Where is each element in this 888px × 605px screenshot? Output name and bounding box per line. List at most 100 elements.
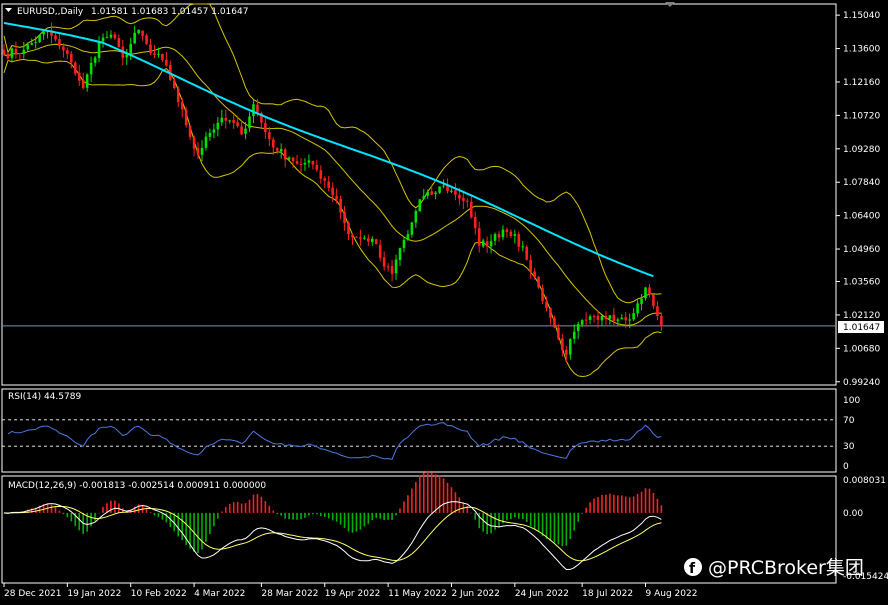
macd-bar-49 [197,512,199,554]
candle-48 [192,135,196,157]
candle-155 [616,317,620,326]
candle-body-17 [70,53,73,63]
rsi-panel[interactable] [2,419,836,460]
candle-body-35 [141,30,144,36]
candle-body-149 [592,315,596,317]
macd-bar-53 [213,512,215,527]
macd-bar-37 [149,512,152,513]
macd-bar-161 [640,491,643,513]
macd-bar-150 [597,496,599,513]
candle-20 [81,72,85,90]
candle-33 [133,25,136,44]
candle-body-78 [311,160,315,165]
macd-bar-155 [617,495,619,513]
candle-body-73 [291,157,295,162]
candle-68 [271,137,275,155]
candle-body-38 [153,53,156,55]
candle-body-135 [537,277,540,288]
macd-bar-45 [181,512,183,541]
macd-bar-22 [90,512,92,527]
macd-bar-50 [201,512,203,550]
macd-bar-109 [434,474,437,513]
candle-body-151 [600,315,604,321]
candle-75 [299,158,303,173]
candle-117 [466,198,469,208]
candle-body-150 [596,315,600,321]
candle-147 [584,312,588,326]
candle-87 [347,221,350,241]
candle-12 [50,22,53,44]
chart-canvas: 1.15040 1.13600 1.12160 1.10720 1.09280 1.078… [1,2,888,599]
macd-bar-14 [58,510,61,513]
candle-127 [505,227,509,238]
macd-bar-87 [347,512,350,532]
macd-bar-12 [50,504,53,513]
menu-triangle-icon[interactable] [5,8,12,12]
macd-bar-166 [660,505,663,513]
candle-56 [224,110,228,129]
date-label-2: 10 Feb 2022 [131,589,187,599]
candle-44 [176,86,180,108]
candle-body-3 [14,49,18,54]
candle-body-124 [493,234,497,241]
macd-bar-27 [110,500,112,513]
candle-37 [149,38,152,56]
svg-text:f: f [689,561,696,577]
candle-138 [549,307,552,325]
candle-body-137 [545,301,548,309]
candle-161 [640,294,643,311]
macd-bar-54 [217,512,219,519]
candle-body-47 [188,125,192,137]
candle-body-156 [620,317,624,320]
candle-body-109 [434,192,437,195]
candle-body-24 [97,41,101,59]
candle-body-32 [129,43,133,56]
date-label-7: 2 Jun 2022 [451,589,499,599]
macd-bar-121 [482,512,484,532]
candle-22 [89,56,93,82]
candle-86 [343,205,346,231]
price-panel[interactable] [2,3,836,378]
candle-body-7 [30,43,34,45]
candle-70 [279,143,283,159]
candle-body-97 [386,266,390,268]
macd-bar-91 [363,512,366,527]
macd-bar-105 [419,475,421,513]
macd-bar-85 [339,512,342,525]
candle-body-88 [351,234,354,238]
candle-124 [493,232,497,246]
macd-bar-151 [601,494,603,513]
bollinger-upper [3,3,662,304]
candle-52 [208,128,212,141]
candle-body-134 [533,271,536,277]
candle-11 [46,30,49,39]
macd-bar-133 [529,512,532,527]
candle-21 [85,73,89,92]
candle-body-77 [307,160,311,163]
candle-body-145 [576,324,580,331]
macd-bar-157 [624,496,627,513]
macd-bar-140 [557,512,560,545]
macd-bar-60 [240,503,243,513]
macd-bar-74 [296,512,298,520]
candle-body-160 [636,303,639,314]
rsi-tick-label-1: 70 [843,416,855,426]
candle-14 [58,31,61,50]
macd-bar-141 [561,512,564,546]
candle-3 [14,41,18,59]
macd-bar-136 [541,512,544,537]
candle-body-106 [422,195,426,199]
price-tick-label-2: 1.12160 [843,78,880,88]
candle-body-147 [584,319,588,321]
macd-bar-15 [62,512,65,515]
price-tick-label-0: 1.15040 [843,11,880,21]
candle-51 [204,132,208,151]
macd-bar-134 [533,512,536,529]
candle-97 [386,263,390,272]
candle-body-146 [580,320,584,325]
candle-10 [42,30,45,40]
candle-body-69 [275,148,279,151]
candle-body-127 [505,229,509,232]
candle-body-28 [113,34,117,39]
ohlc-label: 1.01581 1.01683 1.01457 1.01647 [91,7,248,17]
